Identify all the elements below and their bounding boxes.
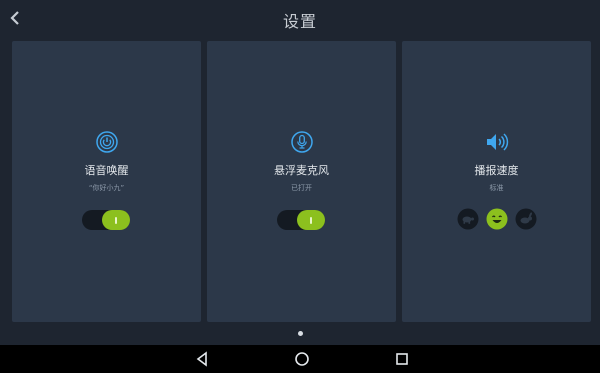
toggle-knob [297,210,325,230]
speed-normal-button[interactable] [486,208,508,234]
toggle-knob [102,210,130,230]
smiley-icon [486,208,508,230]
turtle-icon [457,208,479,230]
back-triangle-icon [196,351,207,367]
system-nav-bar [0,345,600,373]
nav-home-button[interactable] [294,351,310,371]
card-title: 语音唤醒 [84,164,129,177]
speaker-icon [486,133,508,151]
power-broadcast-icon [95,131,118,153]
microphone-icon [290,131,313,153]
home-circle-icon [295,352,309,366]
card-subtitle: 已打开 [291,184,312,192]
floating-mic-toggle[interactable] [277,210,325,230]
recents-square-icon [396,353,408,365]
page-title: 设置 [282,12,317,31]
rabbit-icon [515,208,537,230]
top-bar: 设置 [0,0,600,36]
voice-wakeup-toggle[interactable] [82,210,130,230]
speed-options [457,208,537,230]
card-title: 悬浮麦克风 [274,164,329,177]
page-indicator-dot [298,331,303,336]
card-speech-speed[interactable]: 播报速度 标准 [402,41,591,322]
card-title: 播报速度 [474,164,519,177]
card-subtitle: 标准 [489,184,504,192]
card-subtitle: “你好小九” [88,184,125,192]
card-floating-mic[interactable]: 悬浮麦克风 已打开 [207,41,396,322]
speed-fast-button[interactable] [515,208,537,234]
card-voice-wakeup[interactable]: 语音唤醒 “你好小九” [12,41,201,322]
nav-recents-button[interactable] [394,351,410,371]
nav-back-button[interactable] [195,351,209,371]
speed-slow-button[interactable] [457,208,479,234]
